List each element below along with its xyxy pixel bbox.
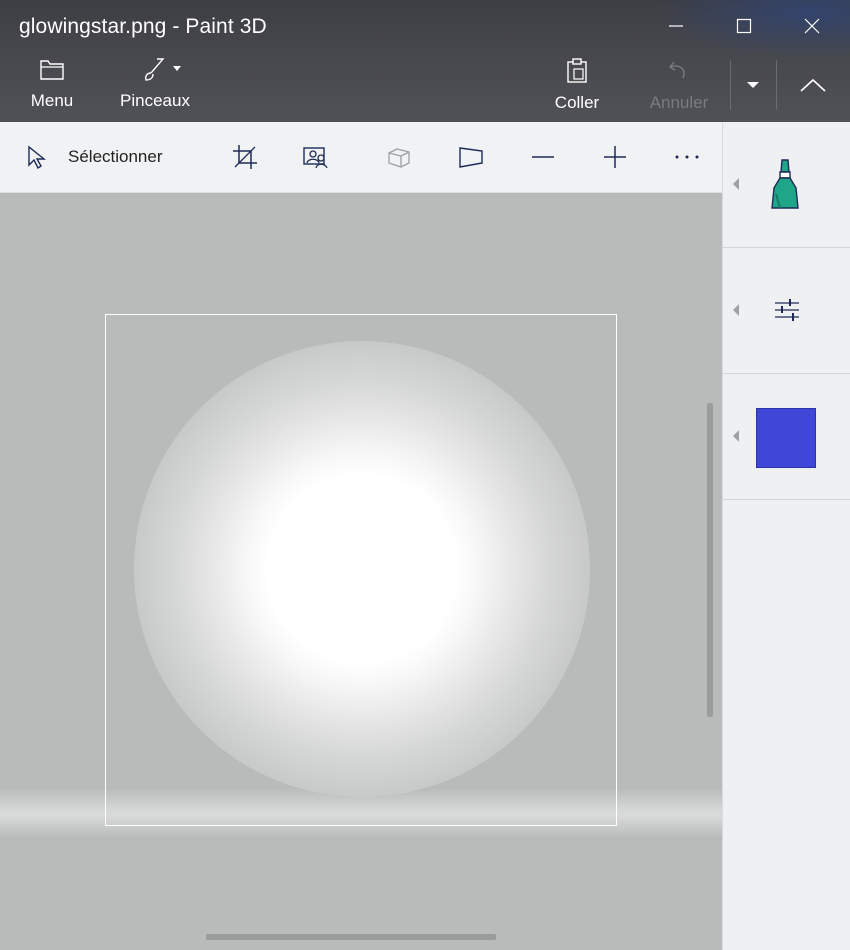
magic-select-tool[interactable] — [292, 122, 340, 192]
marker-icon — [771, 159, 799, 209]
close-icon — [804, 18, 820, 34]
zoom-out-button[interactable] — [520, 122, 566, 192]
expand-caret-icon — [733, 178, 739, 190]
chevron-down-icon — [747, 82, 759, 88]
brush-icon — [145, 58, 181, 81]
cursor-arrow-icon — [28, 145, 46, 170]
undo-icon — [668, 61, 685, 79]
canvas-area[interactable] — [0, 193, 722, 950]
separator — [776, 60, 777, 110]
selected-color-swatch[interactable] — [756, 408, 816, 468]
perspective-tool[interactable] — [448, 122, 494, 192]
brush-settings-item[interactable] — [723, 248, 850, 374]
clipboard-icon — [567, 58, 587, 83]
perspective-icon — [459, 147, 483, 168]
zoom-in-button[interactable] — [592, 122, 638, 192]
paste-button[interactable]: Coller — [548, 56, 606, 113]
select-label: Sélectionner — [68, 147, 163, 166]
sliders-icon — [775, 299, 799, 321]
undo-history-dropdown[interactable] — [735, 60, 771, 110]
collapse-ribbon-button[interactable] — [780, 60, 846, 110]
brushes-label: Pinceaux — [120, 91, 190, 110]
expand-caret-icon — [733, 304, 739, 316]
select-tool[interactable]: Sélectionner — [18, 122, 196, 192]
vertical-scrollbar[interactable] — [707, 403, 713, 717]
minimize-icon — [669, 25, 683, 27]
maximize-icon — [736, 18, 752, 34]
undo-button[interactable]: Annuler — [644, 56, 714, 113]
crop-tool[interactable] — [222, 122, 268, 192]
plus-icon — [604, 146, 626, 168]
chevron-up-icon — [800, 78, 826, 92]
window-title: glowingstar.png - Paint 3D — [19, 15, 267, 38]
menu-label: Menu — [30, 91, 74, 110]
menu-button[interactable]: Menu — [22, 56, 82, 111]
brush-tool-item[interactable] — [723, 122, 850, 248]
side-panel — [722, 122, 850, 950]
magic-select-icon — [303, 147, 328, 169]
minus-icon — [532, 156, 554, 158]
paste-label: Coller — [554, 93, 600, 112]
folder-icon — [40, 60, 64, 80]
more-options-button[interactable] — [664, 122, 710, 192]
3d-view-tool[interactable] — [376, 122, 422, 192]
minimize-button[interactable] — [642, 0, 710, 52]
brushes-button[interactable]: Pinceaux — [114, 56, 196, 111]
close-button[interactable] — [778, 0, 846, 52]
crop-icon — [233, 145, 257, 169]
separator — [730, 60, 731, 110]
more-icon — [675, 155, 699, 159]
tools-toolbar: Sélectionner — [0, 122, 722, 193]
horizontal-scrollbar[interactable] — [206, 934, 496, 940]
canvas-image-bounds[interactable] — [105, 314, 617, 826]
expand-caret-icon — [733, 430, 739, 442]
undo-label: Annuler — [649, 93, 709, 112]
maximize-button[interactable] — [710, 0, 778, 52]
3d-view-icon — [388, 148, 410, 168]
title-bar: glowingstar.png - Paint 3D Menu Pinceaux… — [0, 0, 850, 122]
color-picker-item[interactable] — [723, 374, 850, 500]
